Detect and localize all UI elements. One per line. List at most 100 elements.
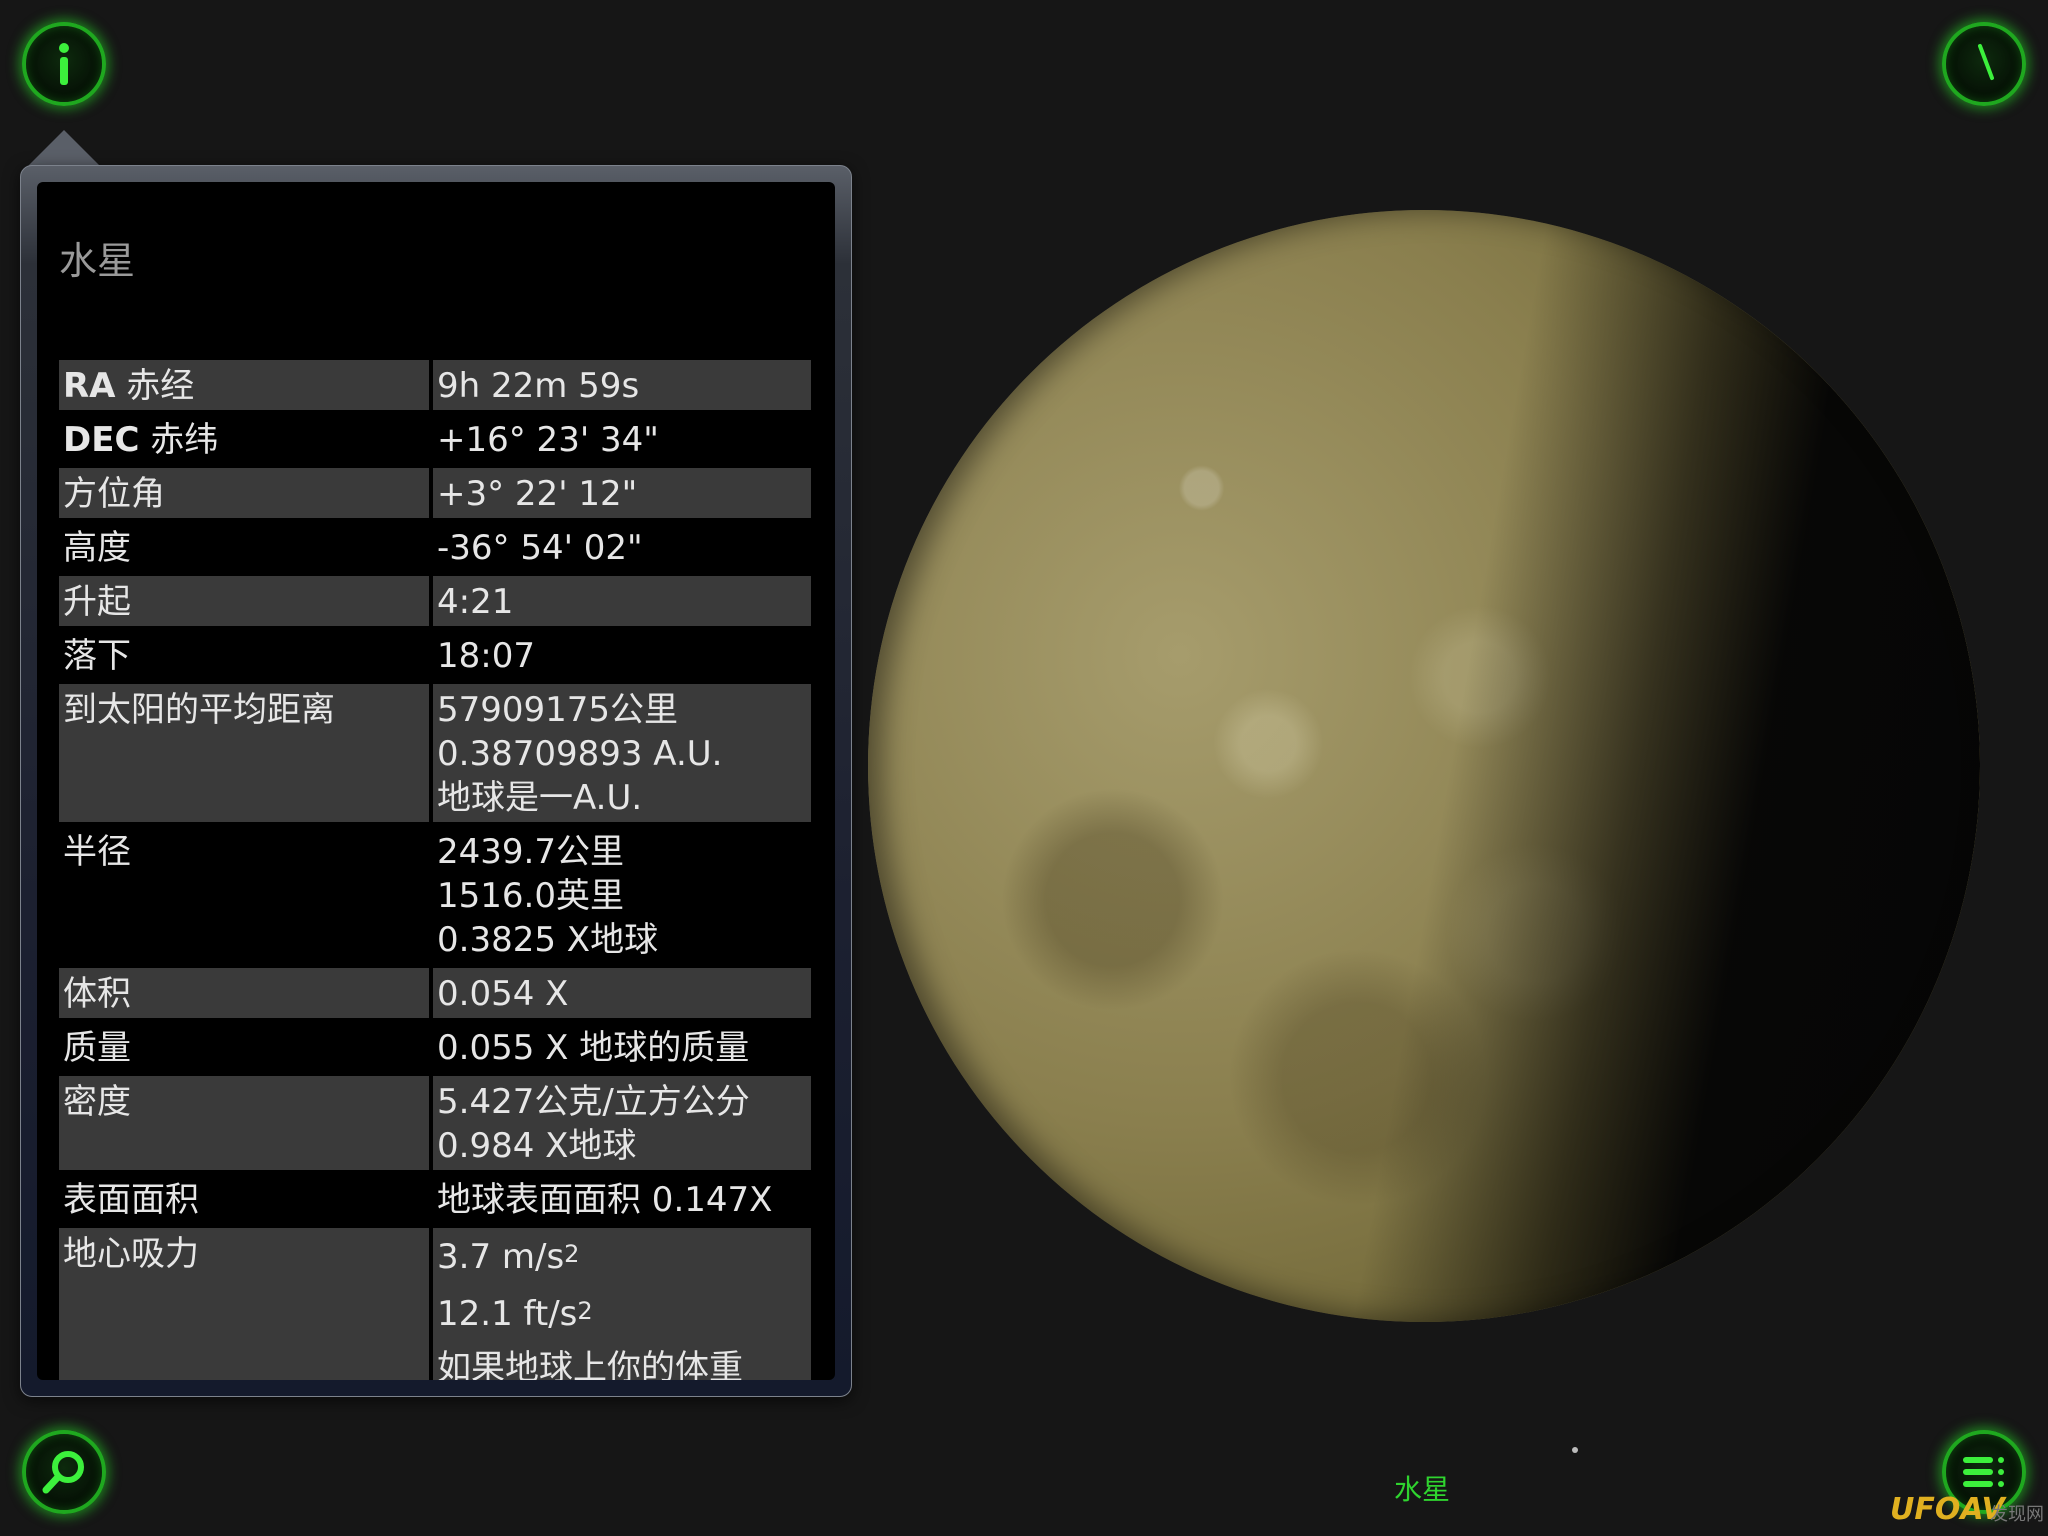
info-row-value-line: 9h 22m 59s — [437, 364, 807, 408]
info-row-value-line: 0.3825 X地球 — [437, 918, 807, 962]
info-row-value-text: 4:21 — [437, 582, 514, 622]
info-row-value-line: 0.38709893 A.U. — [437, 732, 807, 776]
info-row-label-text: 升起 — [63, 582, 131, 622]
info-row: 升起 4:21 — [59, 576, 811, 626]
info-row-value: 9h 22m 59s — [433, 360, 811, 410]
info-row-value-line: +3° 22' 12" — [437, 472, 807, 516]
info-row: 高度 -36° 54' 02" — [59, 522, 811, 572]
info-row-label-text: 赤经 — [115, 366, 195, 406]
unit-superscript: 2 — [577, 1297, 593, 1325]
background-star — [1572, 1447, 1578, 1453]
info-popover-content[interactable]: 水星 RA 赤经 9h 22m 59s DEC 赤纬 +16° 23' 34" 方位角 +… — [37, 182, 835, 1380]
info-row: RA 赤经 9h 22m 59s — [59, 360, 811, 410]
info-row-label-text: 赤纬 — [139, 420, 219, 460]
time-button[interactable] — [1942, 22, 2026, 106]
info-row-value-line: 5.427公克/立方公分 — [437, 1080, 807, 1124]
info-row: 密度 5.427公克/立方公分 0.984 X地球 — [59, 1076, 811, 1170]
info-row-label-text: 方位角 — [63, 474, 165, 514]
info-row-label-text: 体积 — [63, 974, 131, 1014]
info-row-value-text: 9h 22m 59s — [437, 366, 640, 406]
info-row-value: 0.055 X 地球的质量 — [433, 1022, 811, 1072]
info-row-label-text: 到太阳的平均距离 — [63, 690, 335, 730]
info-row-value-text: 0.984 X地球 — [437, 1126, 637, 1166]
info-row-value-line: 12.1 ft/s2 — [437, 1289, 807, 1336]
popover-title: 水星 — [59, 239, 136, 283]
info-row-label-text: 半径 — [63, 832, 131, 872]
info-row: DEC 赤纬 +16° 23' 34" — [59, 414, 811, 464]
info-row-value-text: 3.7 m/s — [437, 1237, 565, 1277]
info-row-label-abbr: DEC — [63, 420, 140, 460]
info-row-value-text: 地球是一A.U. — [437, 778, 643, 818]
info-row-value-text: 如果地球上你的体重 — [437, 1348, 743, 1380]
info-row-value-line: 0.055 X 地球的质量 — [437, 1026, 807, 1070]
info-row-value-line: 18:07 — [437, 634, 807, 678]
info-row-value-text: 0.055 X 地球的质量 — [437, 1028, 750, 1068]
info-row-value-text: 1516.0英里 — [437, 876, 624, 916]
info-row-value-text: -36° 54' 02" — [437, 528, 643, 568]
info-row-label: 密度 — [59, 1076, 433, 1170]
info-row-value-text: 12.1 ft/s — [437, 1294, 578, 1334]
info-row-value-line: 地球表面面积 0.147X — [437, 1178, 807, 1222]
info-row-label: RA 赤经 — [59, 360, 433, 410]
search-button[interactable] — [22, 1430, 106, 1514]
info-row-value: 3.7 m/s212.1 ft/s2如果地球上你的体重100镑，在水星你的体 — [433, 1228, 811, 1380]
info-row-value: +16° 23' 34" — [433, 414, 811, 464]
info-row: 半径 2439.7公里 1516.0英里 0.3825 X地球 — [59, 826, 811, 964]
info-row-value: 57909175公里 0.38709893 A.U. 地球是一A.U. — [433, 684, 811, 822]
info-row-label: 表面面积 — [59, 1174, 433, 1224]
list-menu-icon — [1959, 1452, 2009, 1492]
info-row: 表面面积 地球表面面积 0.147X — [59, 1174, 811, 1224]
info-row-value-text: 2439.7公里 — [437, 832, 624, 872]
info-row-value: 18:07 — [433, 630, 811, 680]
info-row-value-text: 57909175公里 — [437, 690, 679, 730]
info-row-value-text: +3° 22' 12" — [437, 474, 638, 514]
info-row: 到太阳的平均距离 57909175公里 0.38709893 A.U. 地球是一A.U… — [59, 684, 811, 822]
watermark-logo: UFOAV — [1890, 1492, 2005, 1527]
popover-arrow — [26, 130, 102, 168]
info-row-label: 半径 — [59, 826, 433, 964]
watermark-subtext: 发现网 — [1990, 1504, 2044, 1525]
info-row-label: 方位角 — [59, 468, 433, 518]
info-row-value-line: 57909175公里 — [437, 688, 807, 732]
info-row-value-line: 4:21 — [437, 580, 807, 624]
info-row: 方位角 +3° 22' 12" — [59, 468, 811, 518]
info-row: 落下 18:07 — [59, 630, 811, 680]
info-row-value-line: 2439.7公里 — [437, 830, 807, 874]
info-row-label: 质量 — [59, 1022, 433, 1072]
info-row: 地心吸力3.7 m/s212.1 ft/s2如果地球上你的体重100镑，在水星你… — [59, 1228, 811, 1380]
info-row-value: +3° 22' 12" — [433, 468, 811, 518]
info-row-label-abbr: RA — [63, 366, 116, 406]
info-row-label-text: 地心吸力 — [63, 1234, 199, 1274]
info-button[interactable] — [22, 22, 106, 106]
info-row-value-line: 3.7 m/s2 — [437, 1232, 807, 1279]
info-row-label-text: 表面面积 — [63, 1180, 199, 1220]
info-row-value: 地球表面面积 0.147X — [433, 1174, 811, 1224]
info-row-value-text: 5.427公克/立方公分 — [437, 1082, 750, 1122]
search-icon — [38, 1446, 90, 1498]
info-row-value: 0.054 X — [433, 968, 811, 1018]
info-row-value-line: +16° 23' 34" — [437, 418, 807, 462]
info-row-value-text: 地球表面面积 0.147X — [437, 1180, 773, 1220]
info-row-value-line: 地球是一A.U. — [437, 776, 807, 820]
unit-superscript: 2 — [564, 1240, 580, 1268]
info-row-value: 4:21 — [433, 576, 811, 626]
clock-icon — [1960, 40, 2008, 88]
info-icon — [44, 40, 84, 88]
info-row-value: -36° 54' 02" — [433, 522, 811, 572]
info-row: 体积 0.054 X — [59, 968, 811, 1018]
info-row-value-line: 0.054 X — [437, 972, 807, 1016]
info-row-value-text: 0.054 X — [437, 974, 569, 1014]
info-row-label-text: 质量 — [63, 1028, 131, 1068]
info-row-label: 地心吸力 — [59, 1228, 433, 1380]
info-row-value: 5.427公克/立方公分 0.984 X地球 — [433, 1076, 811, 1170]
info-row-label: 高度 — [59, 522, 433, 572]
info-row-label: 体积 — [59, 968, 433, 1018]
info-row-label: DEC 赤纬 — [59, 414, 433, 464]
info-row-value-text: 0.38709893 A.U. — [437, 734, 723, 774]
planet-label[interactable]: 水星 — [1394, 1468, 1450, 1508]
mercury-planet-render[interactable] — [868, 210, 1980, 1322]
info-row-label-text: 密度 — [63, 1082, 131, 1122]
info-row-value-text: 18:07 — [437, 636, 535, 676]
info-row-label-text: 高度 — [63, 528, 131, 568]
info-row-value-line: 如果地球上你的体重 — [437, 1346, 807, 1380]
